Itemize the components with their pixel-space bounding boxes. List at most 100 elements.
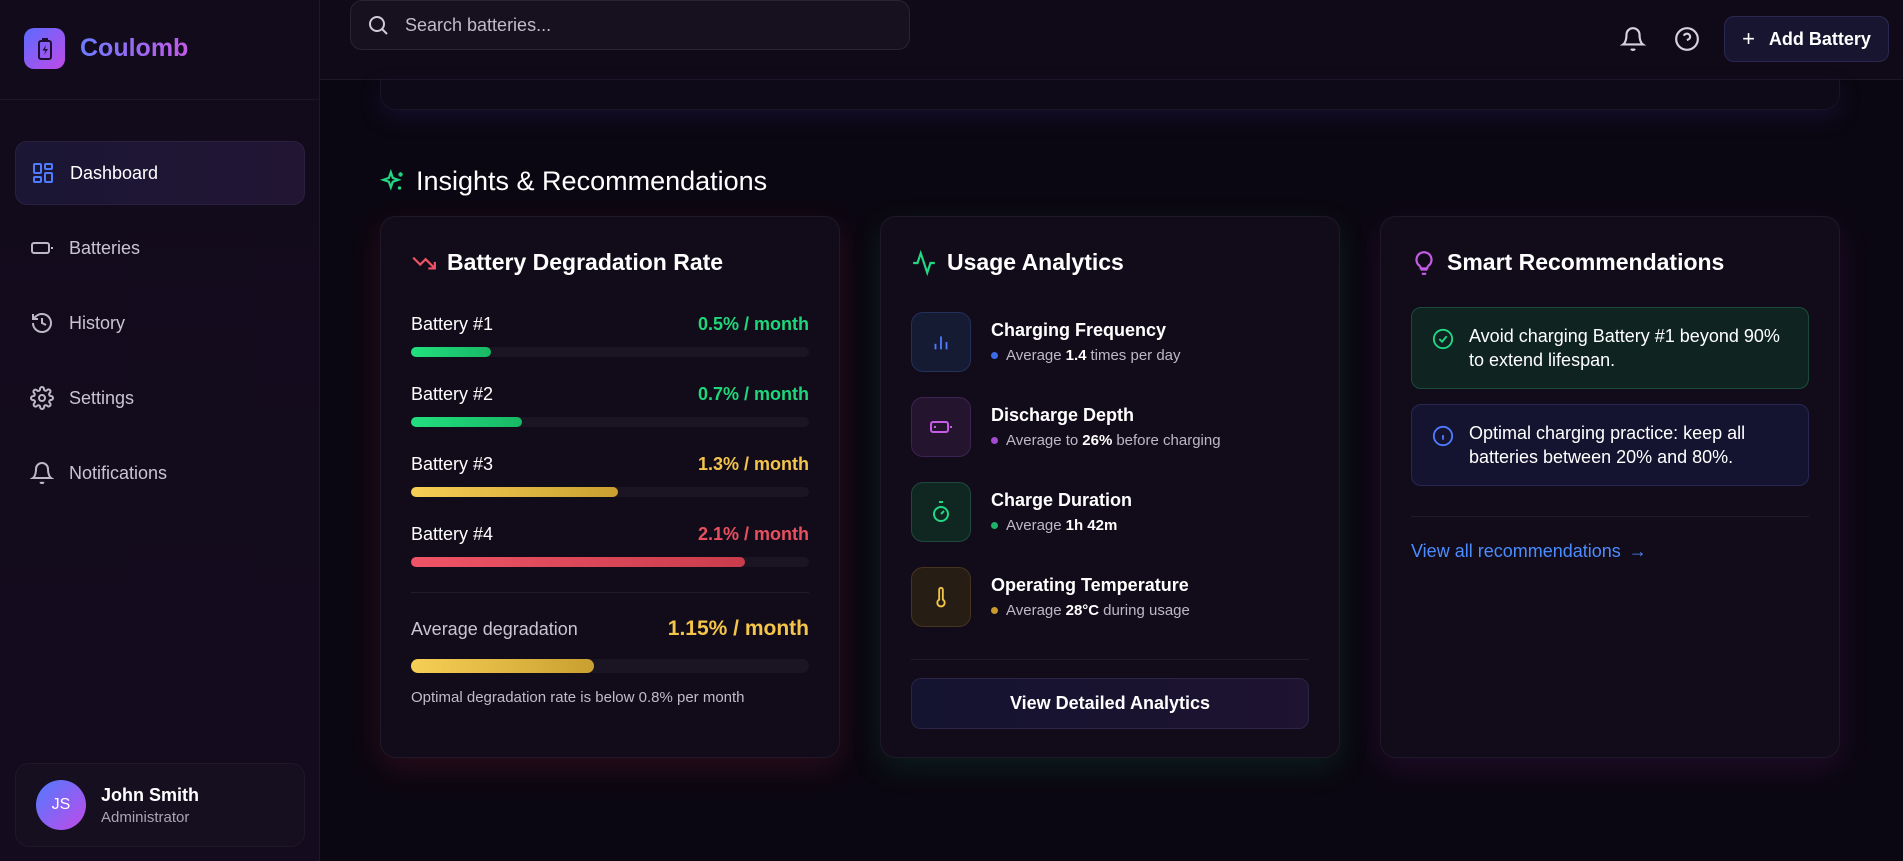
user-info: John Smith Administrator — [101, 785, 199, 826]
battery-name: Battery #2 — [411, 384, 494, 404]
degradation-rate: 0.7% / month — [697, 384, 809, 404]
metric-suffix: times per day — [1090, 347, 1181, 364]
metric-title: Operating Temperature — [991, 575, 1189, 595]
battery-name: Battery #1 — [411, 314, 494, 334]
sidebar-item-history[interactable]: History — [15, 291, 305, 355]
average-value: 1.15% / month — [667, 617, 809, 640]
view-all-recommendations-link[interactable]: View all recommendations → — [1411, 541, 1647, 562]
metric-title: Discharge Depth — [991, 405, 1135, 425]
arrow-right-icon: → — [1628, 541, 1647, 561]
status-dot — [991, 437, 998, 444]
sidebar-item-label: Batteries — [69, 237, 141, 258]
metric-suffix: before charging — [1116, 432, 1221, 449]
metric-value: 1.4 — [1065, 347, 1087, 364]
recommendations-card: Smart Recommendations Avoid charging Bat… — [1380, 216, 1840, 758]
average-degradation: Average degradation 1.15% / month — [411, 617, 809, 673]
timer-icon — [911, 482, 971, 542]
section-title-text: Insights & Recommendations — [416, 166, 768, 196]
status-dot — [991, 607, 998, 614]
bar-chart-icon — [911, 312, 971, 372]
degradation-card-title: Battery Degradation Rate — [411, 249, 723, 276]
avatar: JS — [36, 780, 86, 830]
metric-charging-frequency: Charging Frequency Average 1.4 times per… — [911, 312, 1181, 372]
degradation-bar — [411, 347, 809, 357]
sidebar-item-notifications[interactable]: Notifications — [15, 441, 305, 505]
divider — [1411, 516, 1809, 517]
activity-icon — [913, 249, 935, 276]
degradation-rate: 2.1% / month — [697, 524, 809, 544]
search-icon — [369, 16, 388, 35]
battery-name: Battery #3 — [411, 454, 494, 474]
search-input[interactable] — [405, 14, 885, 36]
sidebar-item-dashboard[interactable]: Dashboard — [15, 141, 305, 205]
sidebar-item-settings[interactable]: Settings — [15, 366, 305, 430]
degradation-bar-fill — [411, 417, 523, 427]
search-bar[interactable] — [350, 0, 910, 50]
sidebar-item-batteries[interactable]: Batteries — [15, 216, 305, 280]
user-card[interactable]: JS John Smith Administrator — [15, 763, 305, 847]
lightbulb-icon — [1415, 250, 1433, 275]
recommendation-text: Avoid charging Battery #1 beyond 90% to … — [1469, 326, 1780, 370]
sidebar-item-label: History — [69, 312, 126, 333]
notifications-bell-icon[interactable] — [1620, 26, 1646, 52]
degradation-bar-fill — [411, 347, 491, 357]
user-name: John Smith — [101, 784, 199, 805]
metric-prefix: Average to — [1006, 432, 1079, 449]
sidebar-item-label: Settings — [69, 387, 135, 408]
avatar-initials: JS — [51, 796, 71, 813]
link-label: View all recommendations — [1411, 541, 1621, 561]
top-header: + Add Battery — [320, 0, 1903, 80]
battery-charging-icon — [24, 28, 65, 69]
sparkles-icon — [380, 168, 403, 191]
degradation-card: Battery Degradation Rate Battery #1 0.5%… — [380, 216, 840, 758]
trending-down-icon — [412, 256, 436, 269]
recommendations-card-title: Smart Recommendations — [1411, 249, 1724, 276]
degradation-bar — [411, 417, 809, 427]
add-battery-button[interactable]: + Add Battery — [1724, 16, 1889, 62]
status-dot — [991, 352, 998, 359]
average-bar — [411, 659, 809, 673]
gear-icon — [30, 386, 54, 410]
metric-prefix: Average — [1006, 602, 1062, 619]
degradation-row: Battery #2 0.7% / month — [411, 384, 809, 427]
metric-title: Charge Duration — [991, 490, 1133, 510]
card-title-text: Usage Analytics — [947, 249, 1124, 275]
battery-name: Battery #4 — [411, 524, 494, 544]
recommendation-item[interactable]: Avoid charging Battery #1 beyond 90% to … — [1411, 307, 1809, 389]
brand[interactable]: Coulomb — [24, 28, 188, 69]
plus-icon: + — [1742, 26, 1755, 51]
metric-subtitle: Average 1.4 times per day — [991, 347, 1181, 364]
metric-value: 1h 42m — [1065, 517, 1118, 534]
help-icon[interactable] — [1674, 26, 1700, 52]
degradation-rate: 0.5% / month — [697, 314, 809, 334]
degradation-row: Battery #4 2.1% / month — [411, 524, 809, 567]
metric-value: 28°C — [1065, 602, 1100, 619]
recommendation-item[interactable]: Optimal charging practice: keep all batt… — [1411, 404, 1809, 486]
history-icon — [32, 313, 52, 333]
battery-icon — [31, 242, 53, 254]
degradation-row: Battery #3 1.3% / month — [411, 454, 809, 497]
degradation-note: Optimal degradation rate is below 0.8% p… — [411, 689, 745, 706]
degradation-bar — [411, 557, 809, 567]
metric-subtitle: Average 1h 42m — [991, 517, 1132, 534]
divider — [911, 659, 1309, 660]
metric-prefix: Average — [1006, 347, 1062, 364]
bell-icon — [30, 462, 54, 485]
sidebar-item-label: Notifications — [69, 462, 168, 483]
user-role: Administrator — [101, 808, 190, 826]
sidebar-nav: Dashboard Batteries History Settings Not… — [15, 141, 305, 516]
thermometer-icon — [911, 567, 971, 627]
brand-name: Coulomb — [80, 34, 189, 62]
metric-title: Charging Frequency — [991, 320, 1167, 340]
recommendation-text: Optimal charging practice: keep all batt… — [1469, 423, 1746, 467]
sidebar-divider — [0, 99, 320, 100]
metric-subtitle: Average 28°C during usage — [991, 602, 1190, 619]
sidebar: Coulomb Dashboard Batteries History Sett… — [0, 0, 320, 861]
card-title-text: Battery Degradation Rate — [447, 249, 724, 275]
degradation-bar-fill — [411, 557, 746, 567]
dashboard-icon — [33, 163, 53, 183]
check-circle-icon — [1432, 328, 1454, 350]
metric-prefix: Average — [1006, 517, 1062, 534]
view-detailed-analytics-button[interactable]: View Detailed Analytics — [911, 678, 1309, 729]
degradation-bar — [411, 487, 809, 497]
